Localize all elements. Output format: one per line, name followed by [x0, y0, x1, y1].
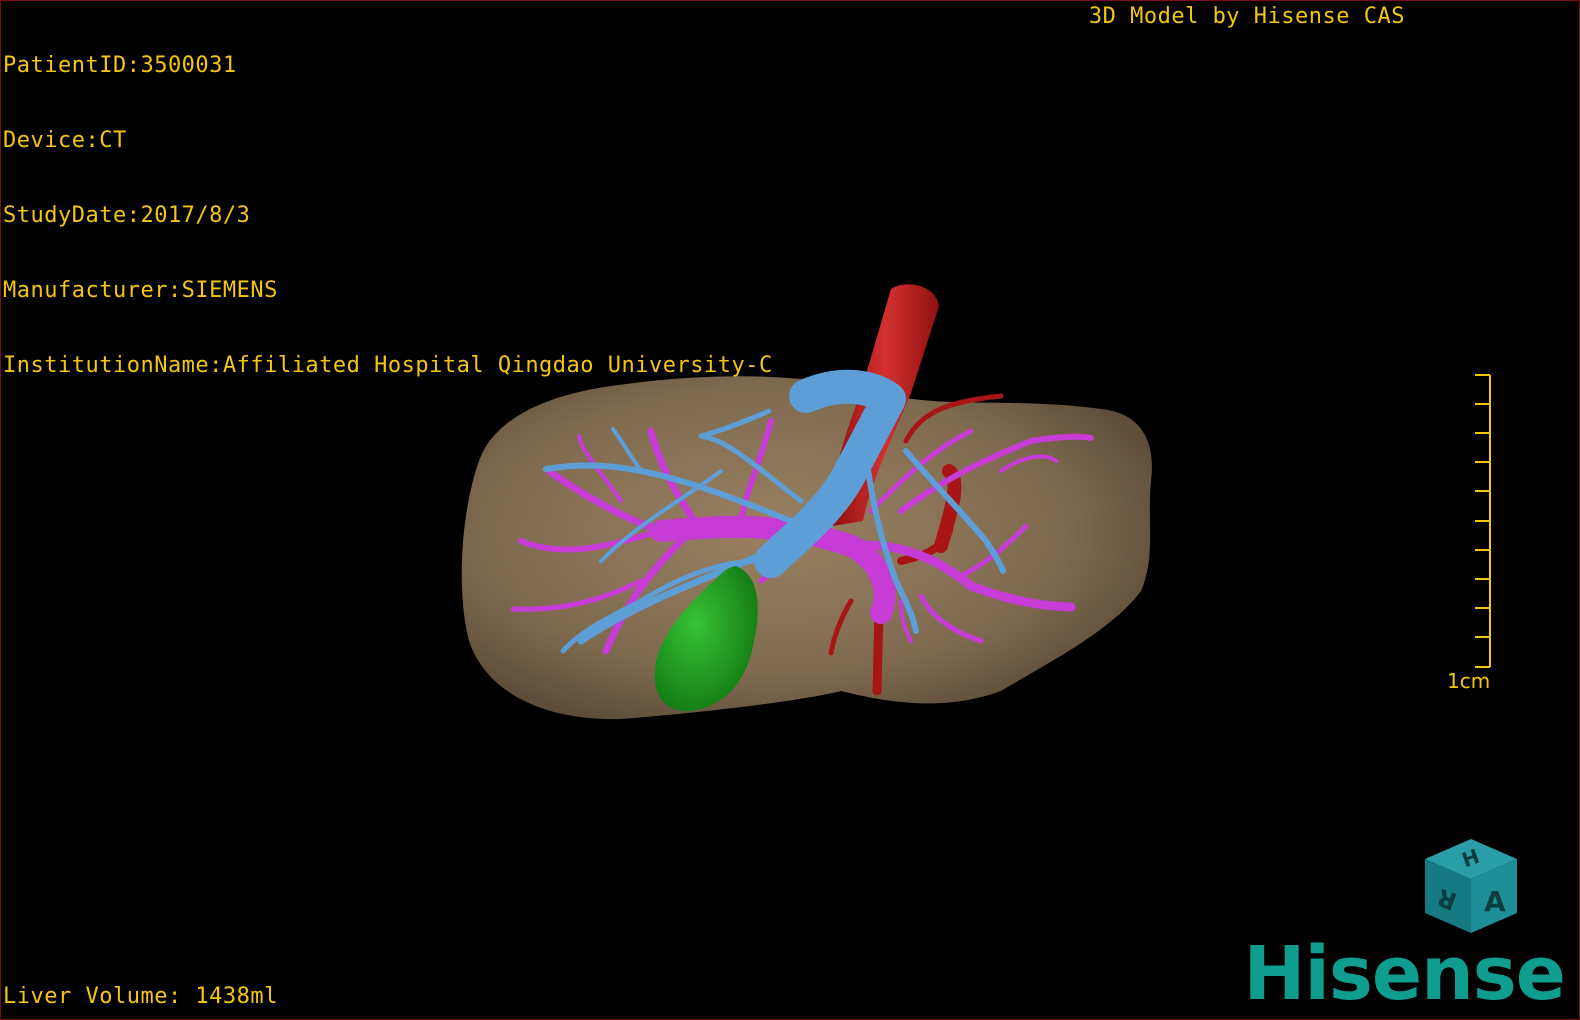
cube-face-a: A: [1484, 885, 1506, 918]
device-label: Device:CT: [3, 128, 127, 153]
vendor-caption: 3D Model by Hisense CAS: [1088, 4, 1405, 29]
manufacturer-label: Manufacturer:SIEMENS: [3, 278, 278, 303]
institution-label: InstitutionName:Affiliated Hospital Qing…: [3, 353, 773, 378]
3d-viewport[interactable]: PatientID:3500031 Device:CT StudyDate:20…: [0, 0, 1580, 1020]
hisense-logo: Hisense: [1243, 931, 1566, 1017]
patient-id-label: PatientID:3500031: [3, 53, 237, 78]
scale-label: 1cm: [1447, 669, 1491, 693]
scale-bar: [1475, 374, 1491, 668]
dicom-info-overlay: PatientID:3500031 Device:CT StudyDate:20…: [3, 3, 773, 428]
liver-volume-readout: Liver Volume: 1438ml: [3, 984, 278, 1009]
study-date-label: StudyDate:2017/8/3: [3, 203, 251, 228]
